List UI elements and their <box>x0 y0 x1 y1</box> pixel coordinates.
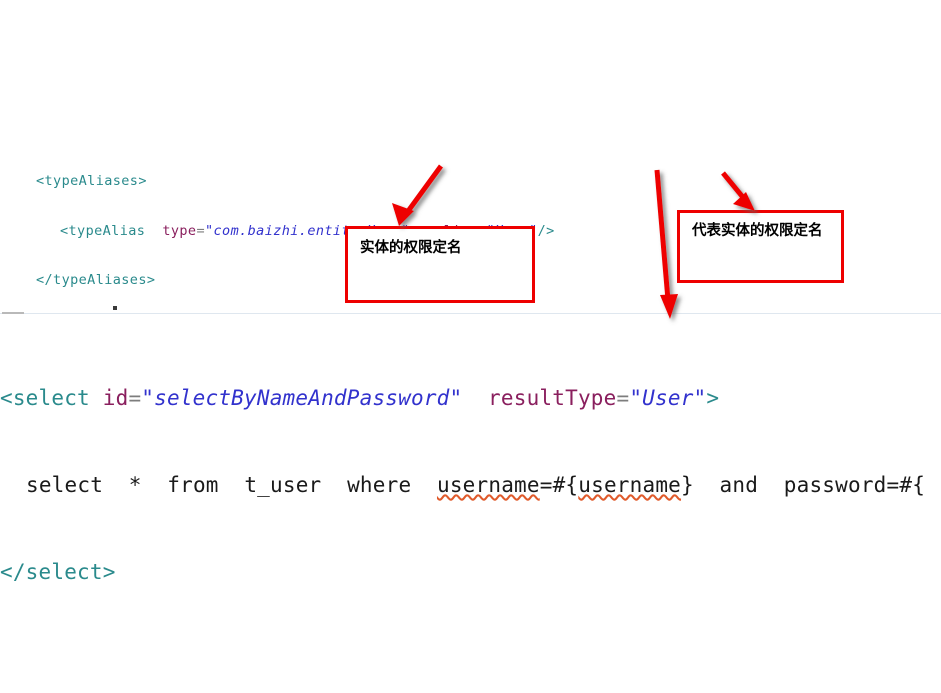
editor-separator-dash <box>2 312 24 314</box>
code-token-equals: = <box>196 222 205 239</box>
code-token-sql: =#{ <box>539 473 579 497</box>
code-token-tag-gt: > <box>706 386 720 410</box>
code-token-sql: } and password=#{ <box>681 473 926 497</box>
editor-separator <box>0 313 941 314</box>
page-canvas: <typeAliases> <typeAlias type="com.baizh… <box>0 0 941 693</box>
annotation-text: 代表实体的权限定名 <box>692 223 823 239</box>
annotation-text: 实体的权限定名 <box>360 240 462 256</box>
code-token-tag-close: /> <box>537 222 555 239</box>
code-token-tag: <typeAliases> <box>36 173 147 189</box>
code-token-value-id: "selectByNameAndPassword" <box>141 386 463 410</box>
code-token-sql: select * from t_user where <box>26 473 437 497</box>
code-block-select: <select id="selectByNameAndPassword" res… <box>0 326 941 645</box>
code-line: <typeAliases> <box>0 173 941 190</box>
code-token-tag: <select <box>0 386 90 410</box>
code-token-sql-username: username <box>436 473 540 497</box>
code-line: <select id="selectByNameAndPassword" res… <box>0 384 941 413</box>
code-token-sql-username-param: username <box>578 473 682 497</box>
code-token-equals: = <box>616 386 630 410</box>
stray-mark <box>113 306 117 310</box>
code-token-tag-close-select: </select> <box>0 560 116 584</box>
code-token-attr-resulttype: resultType <box>488 386 617 410</box>
code-token-tag: <typeAlias <box>60 222 146 239</box>
code-token-value-resulttype: "User" <box>629 386 707 410</box>
annotation-box-alias-meaning: 代表实体的权限定名 <box>677 210 844 283</box>
code-line: select * from t_user where username=#{us… <box>0 471 941 500</box>
code-token-attr-type: type <box>162 222 197 239</box>
code-token-attr-id: id <box>102 386 129 410</box>
code-token-equals: = <box>128 386 142 410</box>
code-line: </select> <box>0 558 941 587</box>
annotation-box-entity-qualified-name: 实体的权限定名 <box>345 226 535 303</box>
code-token-tag: </typeAliases> <box>36 272 156 288</box>
